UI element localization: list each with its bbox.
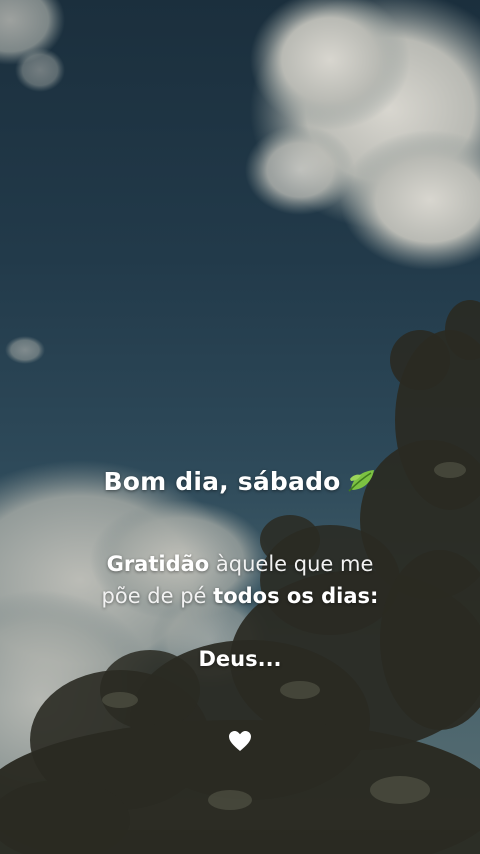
- gratitude-word: Gratidão: [106, 552, 210, 576]
- message-line-1: Gratidão àquele que me: [0, 552, 480, 576]
- heart-icon: [229, 731, 251, 751]
- story-title: Bom dia, sábado: [0, 465, 480, 501]
- cloud-wisp: [5, 336, 45, 364]
- cloud-top-right: [245, 0, 480, 270]
- closing-text: Deus...: [198, 647, 282, 671]
- leaf-icon: [347, 465, 377, 501]
- every-day-phrase: todos os dias:: [213, 584, 379, 608]
- message-line-2: põe de pé todos os dias:: [0, 584, 480, 608]
- title-text: Bom dia, sábado: [103, 467, 341, 496]
- message-line-1-rest: àquele que me: [215, 552, 374, 576]
- story-background: Bom dia, sábado Gratidão àquele que me p…: [0, 0, 480, 854]
- message-line-2-start: põe de pé: [101, 584, 207, 608]
- sky-and-tree-photo: [0, 0, 480, 854]
- cloud-top-left: [0, 0, 65, 92]
